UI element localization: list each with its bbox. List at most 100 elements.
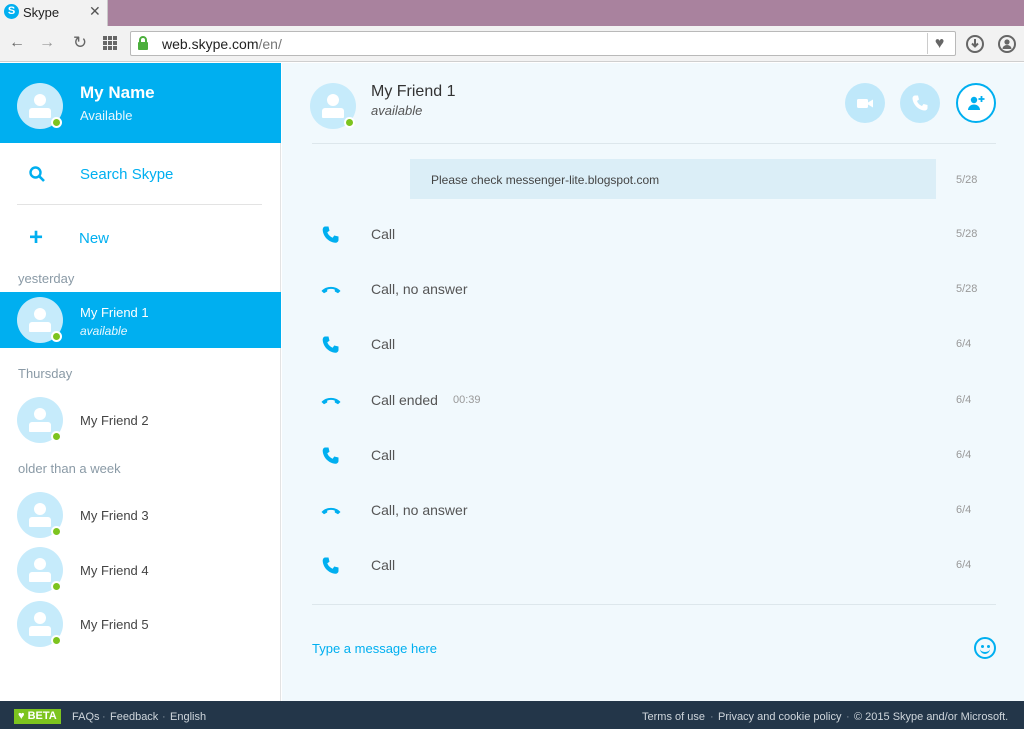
presence-dot-icon	[51, 581, 62, 592]
my-avatar	[17, 83, 63, 129]
add-person-icon	[968, 96, 985, 110]
call-label: Call, no answer	[371, 502, 468, 518]
url-text[interactable]: web.skype.com/en/	[162, 36, 282, 52]
browser-tab[interactable]: S Skype ✕	[0, 0, 108, 26]
tab-close-icon[interactable]: ✕	[89, 3, 101, 20]
my-name: My Name	[80, 83, 155, 102]
contact-my-friend-3[interactable]: My Friend 3	[0, 487, 281, 543]
phone-icon	[912, 95, 928, 111]
download-icon[interactable]	[966, 35, 984, 53]
hang-up-icon	[320, 500, 342, 522]
call-date: 6/4	[956, 394, 972, 406]
call-label: Call	[371, 557, 396, 573]
browser-toolbar: ← → ↻ web.skype.com/en/ ♥	[0, 26, 1024, 62]
heart-bookmark-icon[interactable]: ♥	[927, 33, 951, 54]
conversation-title[interactable]: My Friend 1	[371, 83, 455, 101]
profile-icon[interactable]	[998, 35, 1016, 53]
presence-dot-icon	[344, 117, 355, 128]
contact-status: available	[80, 324, 128, 338]
call-label: Call, no answer	[371, 281, 468, 297]
call-duration: 00:39	[453, 394, 481, 406]
divider	[17, 204, 262, 205]
add-participant-button[interactable]	[956, 83, 996, 123]
divider	[312, 604, 996, 605]
call-entry[interactable]: Call 5/28	[282, 220, 1024, 250]
hang-up-icon	[320, 390, 342, 412]
contact-my-friend-4[interactable]: My Friend 4	[0, 542, 281, 598]
call-entry[interactable]: Call, no answer 6/4	[282, 496, 1024, 526]
call-label: Call	[371, 447, 396, 463]
new-conversation-button[interactable]: + New	[0, 215, 281, 261]
back-arrow-icon[interactable]: ←	[8, 34, 26, 52]
call-entry[interactable]: Call, no answer 5/28	[282, 275, 1024, 305]
tab-title: Skype	[23, 5, 60, 20]
divider	[312, 143, 996, 144]
new-label: New	[79, 230, 110, 247]
footer: ♥ BETA FAQs · Feedback · English Terms o…	[0, 701, 1024, 729]
video-call-button[interactable]	[845, 83, 885, 123]
conversation-avatar[interactable]	[310, 83, 356, 129]
contact-name: My Friend 3	[80, 508, 149, 523]
group-label-thursday: Thursday	[18, 366, 73, 381]
audio-call-button[interactable]	[900, 83, 940, 123]
call-date: 6/4	[956, 504, 972, 516]
search-skype-button[interactable]: Search Skype	[0, 143, 281, 205]
address-bar[interactable]: web.skype.com/en/ ♥	[130, 31, 956, 56]
presence-dot-icon	[51, 635, 62, 646]
call-entry[interactable]: Call ended 00:39 6/4	[282, 386, 1024, 416]
search-label: Search Skype	[80, 166, 174, 183]
presence-dot-icon	[51, 431, 62, 442]
contact-name: My Friend 5	[80, 617, 149, 632]
call-date: 6/4	[956, 449, 972, 461]
plus-icon: +	[29, 224, 44, 251]
apps-grid-icon[interactable]	[103, 36, 117, 50]
call-date: 6/4	[956, 338, 972, 350]
feedback-link[interactable]: Feedback	[110, 711, 158, 723]
search-icon	[29, 166, 45, 182]
message-input[interactable]	[312, 638, 932, 658]
call-entry[interactable]: Call 6/4	[282, 441, 1024, 471]
privacy-link[interactable]: Privacy and cookie policy	[718, 711, 842, 723]
message-bubble[interactable]: Please check messenger-lite.blogspot.com	[410, 159, 936, 199]
phone-icon	[320, 555, 342, 577]
reload-icon[interactable]: ↻	[71, 34, 89, 52]
beta-badge: ♥ BETA	[14, 709, 61, 724]
conversation-status: available	[371, 103, 423, 118]
sidebar: My Name Available Search Skype + New yes…	[0, 63, 281, 701]
contact-name: My Friend 2	[80, 413, 149, 428]
browser-tab-strip: S Skype ✕	[0, 0, 1024, 26]
call-label: Call ended	[371, 392, 438, 408]
phone-icon	[320, 224, 342, 246]
my-profile-card[interactable]: My Name Available	[0, 63, 281, 143]
call-date: 5/28	[956, 283, 978, 295]
lock-icon	[138, 36, 148, 50]
group-label-yesterday: yesterday	[18, 271, 75, 286]
contact-name: My Friend 4	[80, 563, 149, 578]
url-path: /en/	[258, 36, 282, 52]
message-date: 5/28	[956, 174, 978, 186]
contact-my-friend-2[interactable]: My Friend 2	[0, 392, 281, 448]
language-link[interactable]: English	[170, 711, 206, 723]
avatar	[17, 397, 63, 443]
message-text: Please check messenger-lite.blogspot.com	[431, 173, 660, 187]
presence-dot-icon	[51, 526, 62, 537]
phone-icon	[320, 445, 342, 467]
emoticon-button[interactable]	[974, 637, 996, 659]
group-label-older: older than a week	[18, 461, 121, 476]
call-entry[interactable]: Call 6/4	[282, 330, 1024, 360]
video-camera-icon	[857, 99, 873, 108]
avatar	[17, 547, 63, 593]
call-entry[interactable]: Call 6/4	[282, 551, 1024, 581]
call-label: Call	[371, 226, 396, 242]
phone-icon	[320, 334, 342, 356]
contact-my-friend-1[interactable]: My Friend 1 available	[0, 292, 281, 348]
presence-dot-icon	[51, 117, 62, 128]
presence-dot-icon	[51, 331, 62, 342]
forward-arrow-icon[interactable]: →	[38, 34, 56, 52]
conversation-panel: My Friend 1 available Please check messe…	[282, 63, 1024, 701]
faqs-link[interactable]: FAQs	[72, 711, 100, 723]
terms-link[interactable]: Terms of use	[642, 711, 705, 723]
contact-my-friend-5[interactable]: My Friend 5	[0, 596, 281, 652]
hang-up-icon	[320, 279, 342, 301]
call-date: 6/4	[956, 559, 972, 571]
